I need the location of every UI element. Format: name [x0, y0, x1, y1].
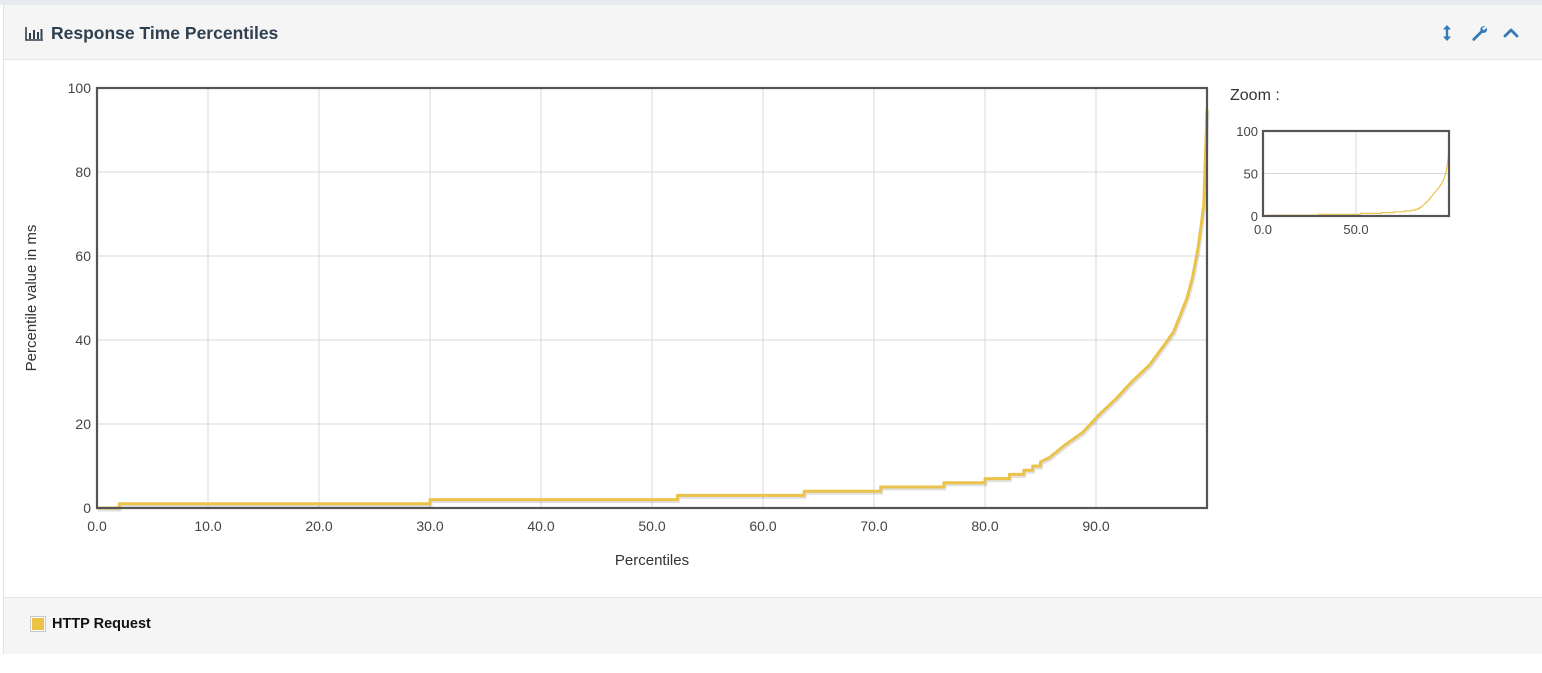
- zoom-grid: [1262, 130, 1449, 217]
- percentile-chart: 0.0 10.0 20.0 30.0 40.0 50.0 60.0 70.0 80.0 90.0 …: [23, 80, 1451, 569]
- legend-swatch: [30, 616, 46, 632]
- y-tick-labels: 0 20 40 60 80 100: [68, 80, 92, 516]
- response-time-percentiles-panel: Response Time Percentiles 0.0 10.0 20.0 30.…: [3, 5, 1542, 654]
- resize-vertical-icon[interactable]: [1438, 24, 1456, 42]
- x-tick-label: 80.0: [971, 518, 998, 534]
- x-axis-label: Percentiles: [615, 552, 689, 569]
- x-tick-label: 30.0: [416, 518, 443, 534]
- panel-title: Response Time Percentiles: [25, 23, 278, 44]
- chevron-up-icon[interactable]: [1502, 24, 1520, 42]
- zoom-x-tick-label: 50.0: [1343, 222, 1368, 237]
- x-tick-labels: 0.0 10.0 20.0 30.0 40.0 50.0 60.0 70.0 80.0 90.0: [87, 518, 1110, 534]
- y-tick-label: 20: [75, 416, 91, 432]
- zoom-x-tick-label: 0.0: [1254, 222, 1272, 237]
- y-axis-label: Percentile value in ms: [23, 225, 40, 372]
- x-tick-label: 0.0: [87, 518, 107, 534]
- panel-tools: [1438, 24, 1520, 42]
- legend-label: HTTP Request: [52, 616, 151, 632]
- y-tick-label: 60: [75, 248, 91, 264]
- panel-heading: Response Time Percentiles: [4, 5, 1542, 60]
- x-tick-label: 20.0: [305, 518, 332, 534]
- x-tick-label: 50.0: [638, 518, 665, 534]
- series-line-shadow: [98, 110, 1210, 512]
- bar-chart-icon: [25, 27, 43, 41]
- wrench-icon[interactable]: [1470, 24, 1488, 42]
- panel-title-text: Response Time Percentiles: [51, 23, 279, 43]
- y-tick-label: 100: [68, 80, 92, 96]
- main-grid: [96, 87, 1207, 509]
- x-tick-label: 60.0: [749, 518, 776, 534]
- zoom-label: Zoom :: [1230, 87, 1280, 104]
- x-tick-label: 90.0: [1082, 518, 1109, 534]
- y-tick-label: 0: [83, 500, 91, 516]
- y-tick-label: 40: [75, 332, 91, 348]
- x-tick-label: 70.0: [860, 518, 887, 534]
- x-tick-label: 10.0: [194, 518, 221, 534]
- zoom-y-tick-label: 100: [1236, 124, 1258, 139]
- zoom-y-tick-label: 0: [1251, 209, 1258, 224]
- y-tick-label: 80: [75, 164, 91, 180]
- x-tick-label: 40.0: [527, 518, 554, 534]
- chart-area: 0.0 10.0 20.0 30.0 40.0 50.0 60.0 70.0 80.0 90.0 …: [4, 60, 1542, 597]
- legend-bar: HTTP Request: [4, 597, 1542, 654]
- zoom-x-tick-labels: 0.0 50.0: [1254, 222, 1369, 237]
- zoom-y-tick-labels: 0 50 100: [1236, 124, 1258, 224]
- legend-item-http-request[interactable]: HTTP Request: [30, 616, 151, 632]
- zoom-y-tick-label: 50: [1244, 167, 1258, 182]
